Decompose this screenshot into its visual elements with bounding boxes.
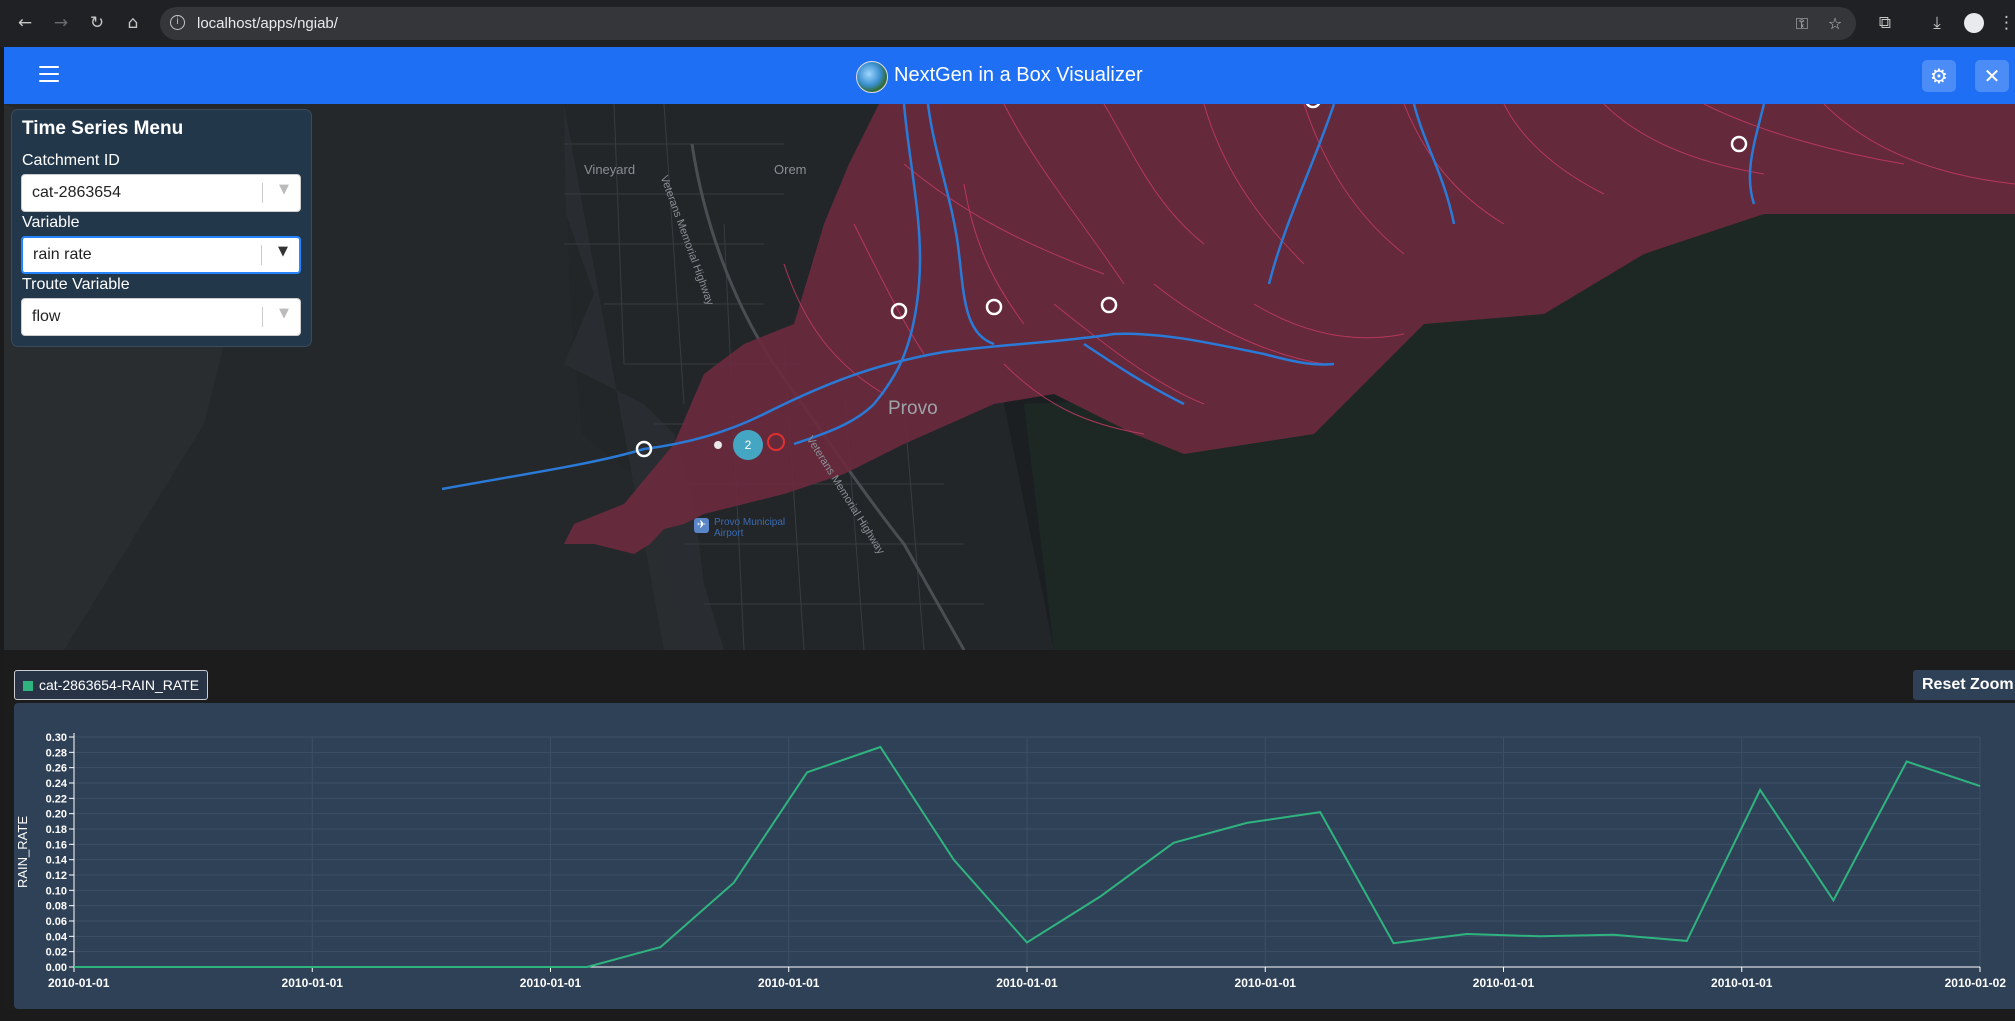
chevron-down-icon[interactable]: ▼ bbox=[278, 244, 288, 259]
app-logo bbox=[856, 61, 888, 93]
y-tick-label: 0.14 bbox=[46, 855, 68, 867]
forward-icon[interactable]: → bbox=[50, 12, 72, 34]
y-tick-label: 0.30 bbox=[46, 732, 67, 744]
y-axis-label: RAIN_RATE bbox=[15, 816, 30, 888]
catchment-value[interactable]: cat-2863654 bbox=[32, 184, 121, 202]
x-tick-label: 2010-01-01 bbox=[996, 976, 1058, 990]
x-tick-label: 2010-01-01 bbox=[520, 976, 582, 990]
y-tick-label: 0.08 bbox=[46, 901, 67, 913]
page-bottom bbox=[0, 1009, 2015, 1021]
variable-label: Variable bbox=[22, 214, 80, 231]
time-series-menu: Time Series Menu Catchment ID cat-286365… bbox=[12, 110, 311, 346]
y-tick-label: 0.02 bbox=[46, 947, 67, 959]
legend-swatch bbox=[23, 681, 33, 691]
home-icon[interactable]: ⌂ bbox=[122, 12, 144, 34]
x-tick-label: 2010-01-01 bbox=[1473, 976, 1535, 990]
close-icon[interactable]: ✕ bbox=[1975, 60, 2009, 92]
x-tick-label: 2010-01-02 bbox=[1945, 976, 2007, 990]
map-label-vineyard: Vineyard bbox=[584, 162, 636, 177]
chevron-down-icon[interactable]: ▼ bbox=[279, 182, 289, 197]
key-icon[interactable]: ⚿ bbox=[1792, 14, 1812, 34]
y-tick-label: 0.04 bbox=[46, 931, 68, 943]
address-bar[interactable]: i localhost/apps/ngiab/ ⚿ ☆ bbox=[160, 7, 1856, 40]
catchment-label: Catchment ID bbox=[22, 152, 120, 169]
map-label-airport: Provo Municipal Airport bbox=[714, 517, 786, 539]
x-tick-label: 2010-01-01 bbox=[1711, 976, 1773, 990]
y-tick-label: 0.26 bbox=[46, 763, 67, 775]
more-icon[interactable]: ⋮ bbox=[1998, 12, 2015, 34]
map-label-provo: Provo bbox=[888, 398, 938, 419]
extensions-icon[interactable]: ⧉ bbox=[1874, 12, 1896, 34]
y-tick-label: 0.10 bbox=[46, 885, 67, 897]
site-info-icon[interactable]: i bbox=[170, 15, 185, 30]
select-separator bbox=[261, 245, 262, 265]
menu-icon[interactable] bbox=[39, 66, 59, 84]
variable-value[interactable]: rain rate bbox=[33, 246, 92, 264]
y-tick-label: 0.18 bbox=[46, 824, 67, 836]
back-icon[interactable]: ← bbox=[14, 12, 36, 34]
y-tick-label: 0.16 bbox=[46, 839, 67, 851]
y-tick-label: 0.24 bbox=[46, 778, 68, 790]
x-tick-label: 2010-01-01 bbox=[1235, 976, 1297, 990]
browser-toolbar: ← → ↻ ⌂ i localhost/apps/ngiab/ ⚿ ☆ ⧉ ⤓ … bbox=[0, 0, 2015, 47]
star-icon[interactable]: ☆ bbox=[1825, 14, 1845, 34]
time-series-chart[interactable]: 0.00 0.02 0.04 0.06 0.08 0.10 0.12 0.14 0.16 0.18… bbox=[14, 703, 2015, 1009]
reset-zoom-button[interactable]: Reset Zoom bbox=[1913, 670, 2015, 700]
x-tick-label: 2010-01-01 bbox=[282, 976, 344, 990]
download-icon[interactable]: ⤓ bbox=[1926, 12, 1948, 34]
chart-panel[interactable]: 0.00 0.02 0.04 0.06 0.08 0.10 0.12 0.14 0.16 0.18… bbox=[14, 703, 2015, 1009]
x-tick-label: 2010-01-01 bbox=[758, 976, 820, 990]
app-title: NextGen in a Box Visualizer bbox=[894, 64, 1143, 86]
y-tick-label: 0.12 bbox=[46, 870, 67, 882]
app-header: NextGen in a Box Visualizer ⚙ ✕ bbox=[4, 47, 2015, 104]
reload-icon[interactable]: ↻ bbox=[86, 12, 108, 34]
catchment-select[interactable]: cat-2863654 ▼ bbox=[21, 174, 301, 212]
y-tick-label: 0.28 bbox=[46, 747, 67, 759]
select-separator bbox=[262, 307, 263, 327]
select-separator bbox=[262, 183, 263, 203]
y-tick-label: 0.22 bbox=[46, 793, 67, 805]
url-text[interactable]: localhost/apps/ngiab/ bbox=[197, 15, 338, 32]
profile-icon[interactable] bbox=[1964, 13, 1984, 33]
airport-icon: ✈ bbox=[694, 518, 709, 533]
troute-label: Troute Variable bbox=[22, 276, 130, 293]
settings-icon[interactable]: ⚙ bbox=[1922, 60, 1956, 92]
chevron-down-icon[interactable]: ▼ bbox=[279, 306, 289, 321]
legend-label: cat-2863654-RAIN_RATE bbox=[39, 677, 200, 693]
legend-item[interactable]: cat-2863654-RAIN_RATE bbox=[14, 670, 209, 700]
y-tick-label: 0.20 bbox=[46, 809, 67, 821]
troute-select[interactable]: flow ▼ bbox=[21, 298, 301, 336]
map-label-orem: Orem bbox=[774, 162, 807, 177]
x-tick-label: 2010-01-01 bbox=[48, 976, 110, 990]
variable-select[interactable]: rain rate ▼ bbox=[21, 236, 301, 274]
marker-cluster[interactable]: 2 bbox=[733, 430, 763, 460]
y-tick-label: 0.06 bbox=[46, 916, 67, 928]
troute-value[interactable]: flow bbox=[32, 308, 60, 326]
menu-title: Time Series Menu bbox=[22, 118, 184, 139]
y-tick-label: 0.00 bbox=[46, 962, 67, 974]
